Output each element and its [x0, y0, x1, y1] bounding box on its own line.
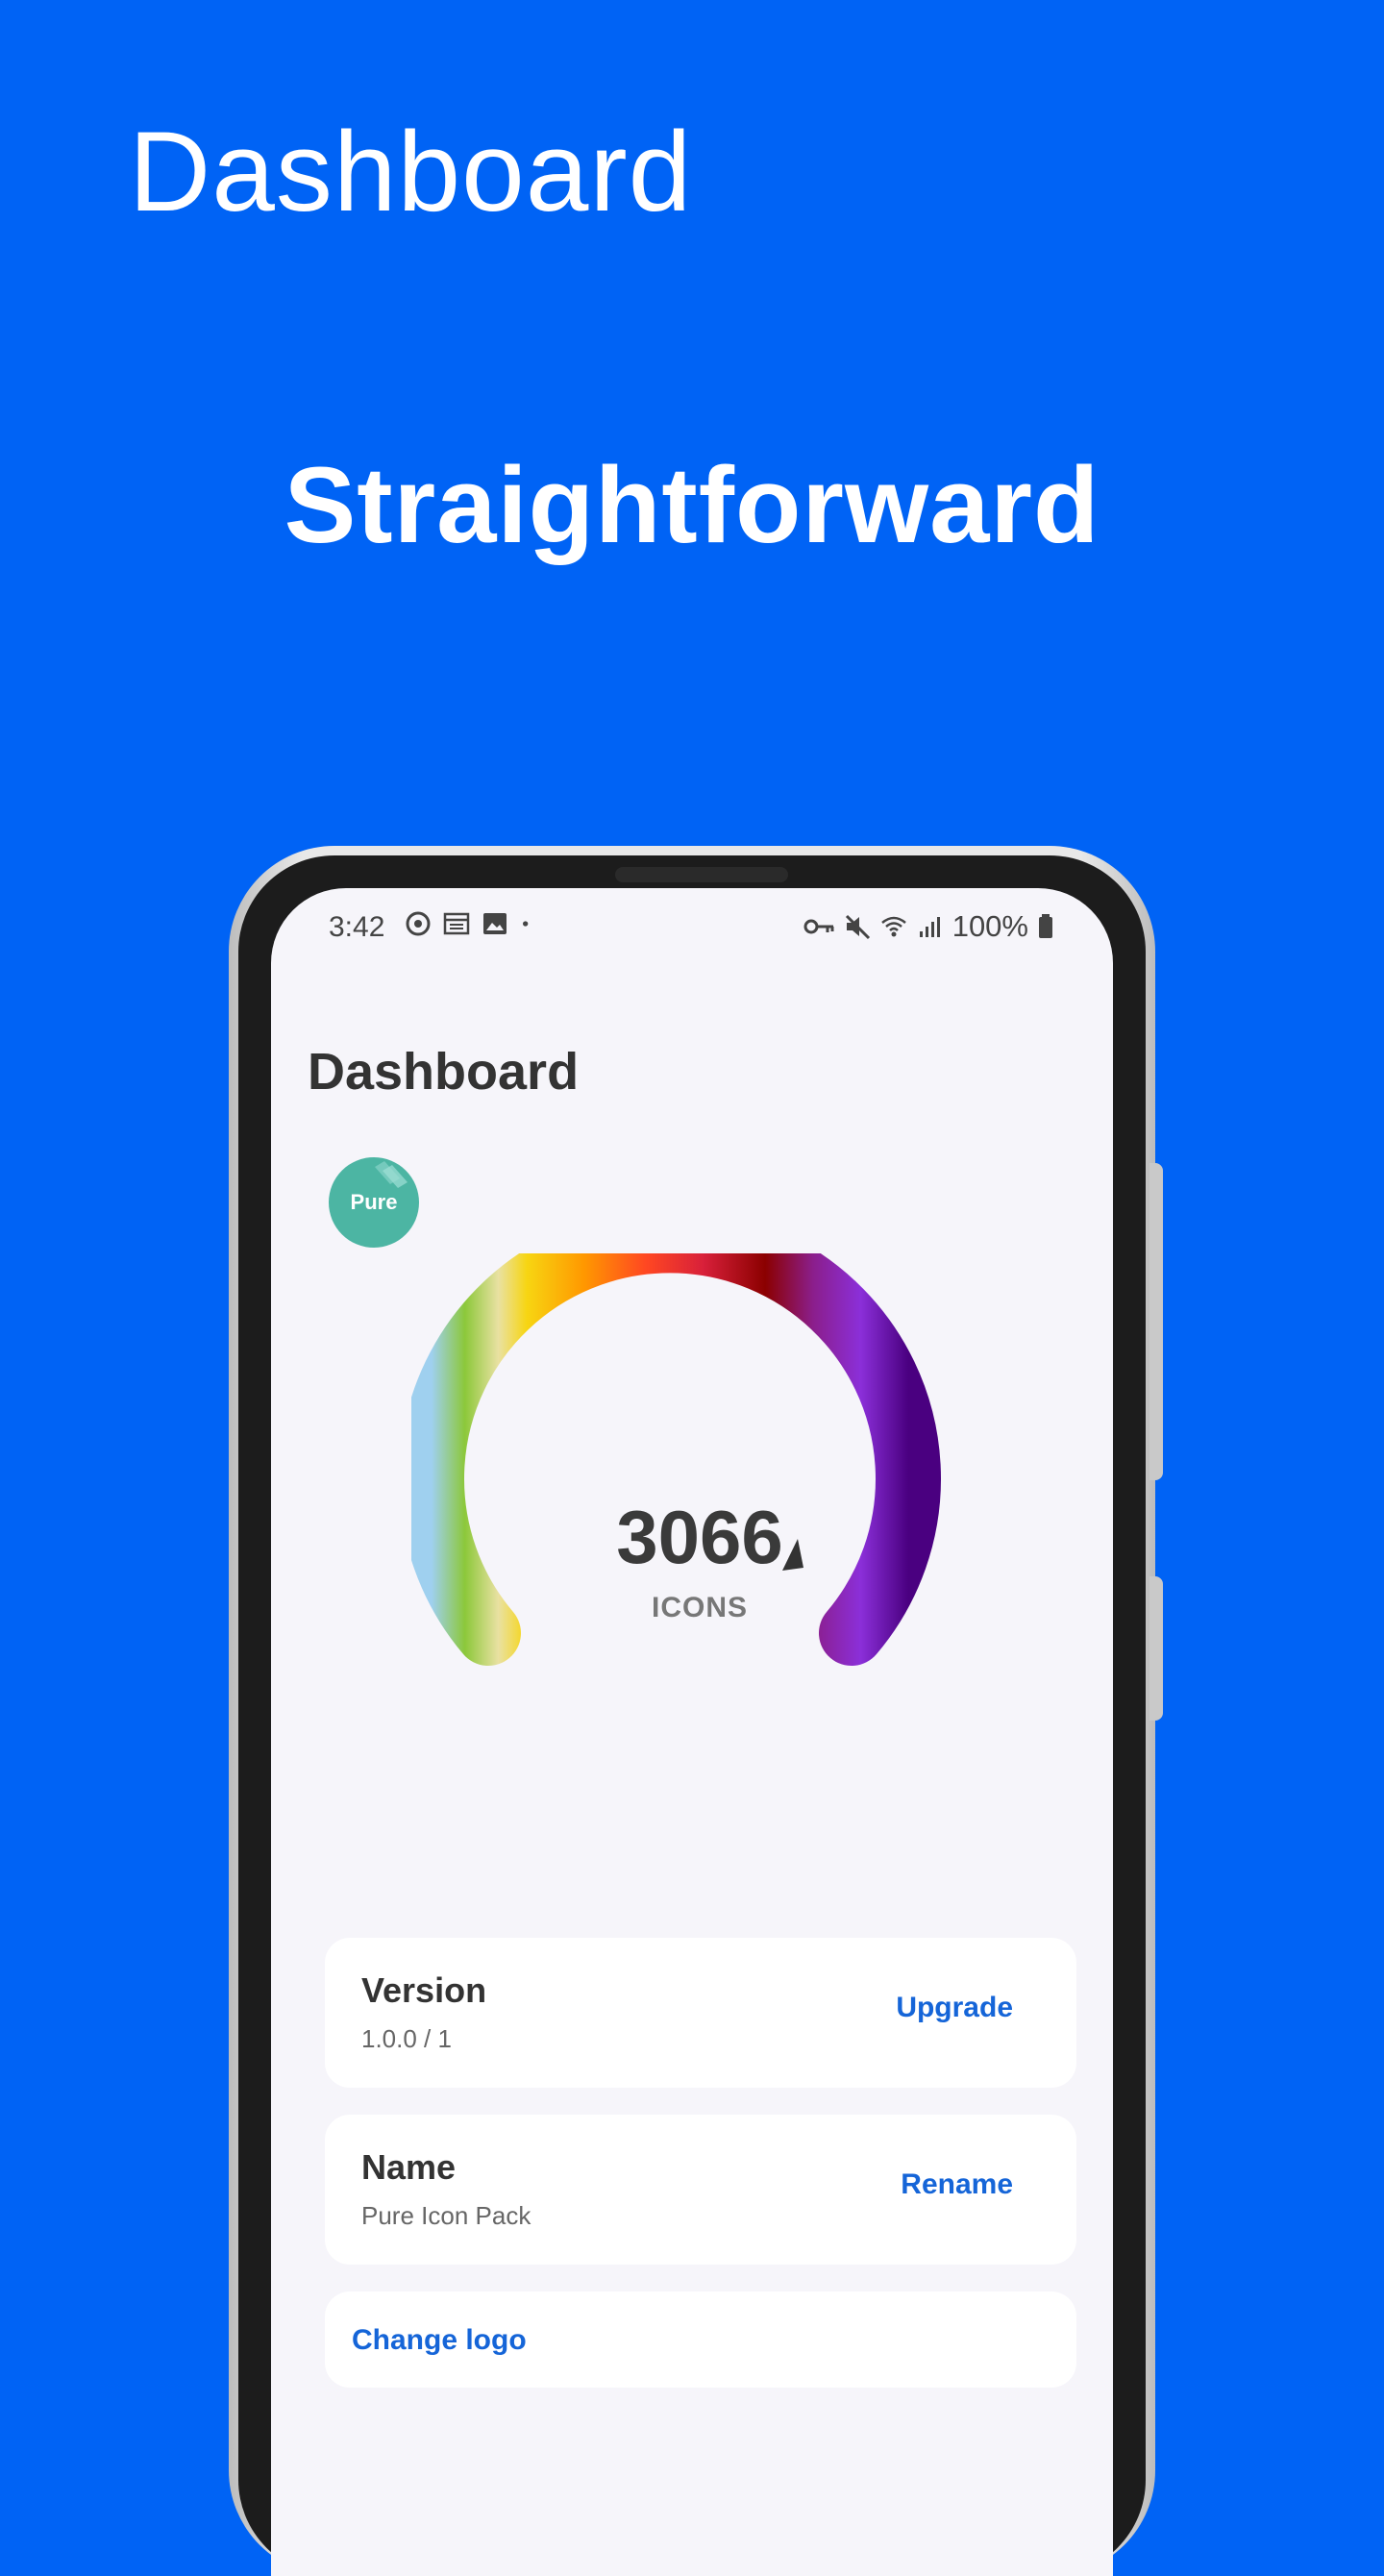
promo-tagline: Straightforward [284, 445, 1100, 565]
phone-frame: 3:42 100% Dashboard Pure 3066 ICONS Vers… [229, 846, 1163, 2576]
promo-title: Dashboard [129, 109, 693, 235]
status-time: 3:42 [329, 911, 385, 943]
version-value: 1.0.0 / 1 [361, 2024, 452, 2053]
name-card: Name Pure Icon Pack Rename [325, 2115, 1076, 2265]
wifi-icon [880, 916, 906, 937]
pack-logo[interactable]: Pure [329, 1157, 419, 1248]
signal-icon [919, 917, 940, 937]
phone-side-button [1149, 1163, 1163, 1480]
mute-icon [845, 914, 870, 940]
battery-percent: 100% [952, 909, 1028, 943]
status-bar: 3:42 100% [271, 888, 1113, 965]
change-logo-button[interactable]: Change logo [352, 2324, 527, 2357]
logo-text: Pure [350, 1190, 398, 1214]
status-icons-right: 100% [803, 909, 1055, 944]
screen-title: Dashboard [308, 1043, 580, 1101]
news-icon [443, 912, 470, 935]
key-icon [803, 919, 834, 934]
name-value: Pure Icon Pack [361, 2201, 531, 2230]
phone-bezel: 3:42 100% Dashboard Pure 3066 ICONS Vers… [238, 855, 1146, 2576]
icon-count-label: ICONS [651, 1592, 748, 1623]
icon-count: 3066 [616, 1495, 783, 1579]
rename-button[interactable]: Rename [901, 2168, 1013, 2201]
sync-icon [406, 911, 431, 936]
version-card: Version 1.0.0 / 1 Upgrade [325, 1938, 1076, 2088]
version-title: Version [361, 1970, 487, 2010]
phone-speaker [615, 867, 788, 882]
app-screen: 3:42 100% Dashboard Pure 3066 ICONS Vers… [271, 888, 1113, 2576]
phone-side-button [1149, 1576, 1163, 1721]
logo-card[interactable]: Change logo [325, 2291, 1076, 2388]
battery-icon [1039, 914, 1052, 938]
dot-icon [523, 921, 529, 927]
gallery-icon [483, 913, 507, 934]
name-title: Name [361, 2147, 457, 2187]
upgrade-button[interactable]: Upgrade [896, 1992, 1013, 2024]
status-icons-left [404, 909, 538, 938]
icon-count-gauge: 3066 ICONS [411, 1253, 988, 1753]
